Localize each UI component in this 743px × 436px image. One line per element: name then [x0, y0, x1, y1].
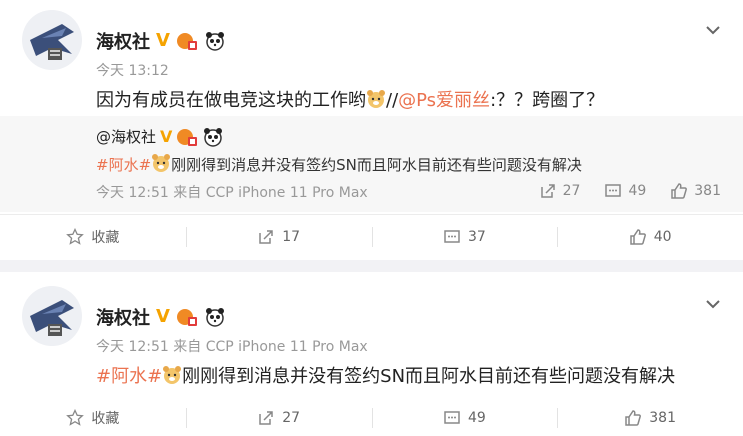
avatar[interactable] — [22, 10, 82, 70]
panda-badge-icon — [202, 127, 224, 147]
reposted-like-count: 381 — [694, 183, 721, 199]
repost-slash: // — [386, 90, 399, 111]
member-badge-icon — [176, 31, 198, 51]
thumbs-up-icon — [629, 229, 646, 245]
like-button[interactable]: 40 — [557, 215, 743, 259]
comment-icon — [444, 230, 460, 243]
like-count: 381 — [649, 410, 676, 426]
star-icon — [66, 409, 85, 426]
action-bar: 收藏 27 49 381 — [0, 396, 743, 436]
reposted-forward-stat[interactable]: 27 — [539, 182, 581, 200]
feed-separator — [0, 260, 743, 272]
chevron-down-icon[interactable] — [705, 22, 721, 38]
weibo-post-2: 海权社 V 今天 12:51 来自 CCP iPhone 11 Pro Max … — [0, 272, 743, 436]
chevron-down-icon[interactable] — [705, 296, 721, 312]
reposted-comment-count: 49 — [628, 183, 647, 199]
doge-emoji-icon — [162, 365, 182, 385]
reposted-forward-count: 27 — [562, 183, 581, 199]
reposted-text-body: 刚刚得到消息并没有签约SN而且阿水目前还有些问题没有解决 — [171, 156, 582, 174]
post-text-body: 刚刚得到消息并没有签约SN而且阿水目前还有些问题没有解决 — [182, 366, 676, 387]
reposted-author-row: @海权社 V — [96, 126, 224, 147]
post-time[interactable]: 今天 13:12 — [96, 60, 169, 80]
comment-icon — [605, 184, 622, 197]
verified-badge-icon: V — [156, 30, 170, 51]
weibo-post-1: 海权社 V 今天 13:12 因为有成员在做电竞这块的工作哟 //@Ps爱丽丝:？… — [0, 0, 743, 260]
author-name[interactable]: 海权社 — [96, 304, 150, 330]
post-text-main: 因为有成员在做电竞这块的工作哟 — [96, 90, 366, 111]
forward-button[interactable]: 27 — [185, 396, 372, 436]
post-meta[interactable]: 今天 12:51 来自 CCP iPhone 11 Pro Max — [96, 336, 368, 356]
action-bar: 收藏 17 37 40 — [0, 215, 743, 259]
comment-button[interactable]: 49 — [371, 396, 558, 436]
verified-badge-icon: V — [156, 306, 170, 327]
comment-count: 37 — [467, 229, 486, 245]
forward-icon — [259, 230, 273, 244]
star-icon — [66, 228, 85, 245]
reposted-stats: 27 49 381 — [539, 182, 721, 200]
thumbs-up-icon — [671, 183, 688, 199]
hashtag-link[interactable]: #阿水# — [96, 366, 162, 387]
doge-emoji-icon — [366, 89, 386, 109]
like-count: 40 — [653, 229, 672, 245]
favorite-label: 收藏 — [91, 230, 120, 246]
author-row: 海权社 V — [96, 28, 226, 54]
reposted-comment-stat[interactable]: 49 — [604, 182, 646, 200]
forward-icon — [540, 184, 555, 198]
thumbs-up-icon — [625, 410, 642, 426]
post-text: 因为有成员在做电竞这块的工作哟 //@Ps爱丽丝:？？跨圈了？ — [96, 86, 604, 112]
forward-count: 17 — [282, 229, 301, 245]
member-badge-icon — [176, 127, 198, 147]
mention-link[interactable]: @Ps爱丽丝 — [398, 90, 490, 111]
author-name[interactable]: 海权社 — [96, 28, 150, 54]
favorite-button[interactable]: 收藏 — [0, 215, 186, 259]
comment-icon — [444, 411, 460, 424]
panda-badge-icon — [204, 31, 226, 51]
forward-icon — [259, 411, 273, 425]
doge-emoji-icon — [151, 153, 171, 173]
post-text-tail: :？？跨圈了？ — [490, 90, 605, 111]
like-button[interactable]: 381 — [557, 396, 743, 436]
forward-count: 27 — [282, 410, 301, 426]
favorite-button[interactable]: 收藏 — [0, 396, 186, 436]
reposted-like-stat[interactable]: 381 — [670, 182, 721, 200]
verified-badge-icon: V — [160, 126, 173, 146]
post-text: #阿水# 刚刚得到消息并没有签约SN而且阿水目前还有些问题没有解决 — [96, 362, 675, 388]
author-row: 海权社 V — [96, 304, 226, 330]
reposted-author-name[interactable]: @海权社 — [96, 126, 156, 147]
comment-button[interactable]: 37 — [371, 215, 558, 259]
panda-badge-icon — [204, 307, 226, 327]
reposted-meta: 今天 12:51 来自 CCP iPhone 11 Pro Max — [96, 185, 368, 201]
forward-button[interactable]: 17 — [185, 215, 372, 259]
reposted-text: #阿水# 刚刚得到消息并没有签约SN而且阿水目前还有些问题没有解决 — [96, 153, 582, 175]
hashtag-link[interactable]: #阿水# — [96, 156, 151, 174]
favorite-label: 收藏 — [91, 411, 120, 427]
reposted-content[interactable]: @海权社 V #阿水# 刚刚得到消息并没有签约SN而且阿水目前还有些问题没有解决 … — [0, 116, 743, 212]
avatar[interactable] — [22, 286, 82, 346]
comment-count: 49 — [467, 410, 486, 426]
member-badge-icon — [176, 307, 198, 327]
